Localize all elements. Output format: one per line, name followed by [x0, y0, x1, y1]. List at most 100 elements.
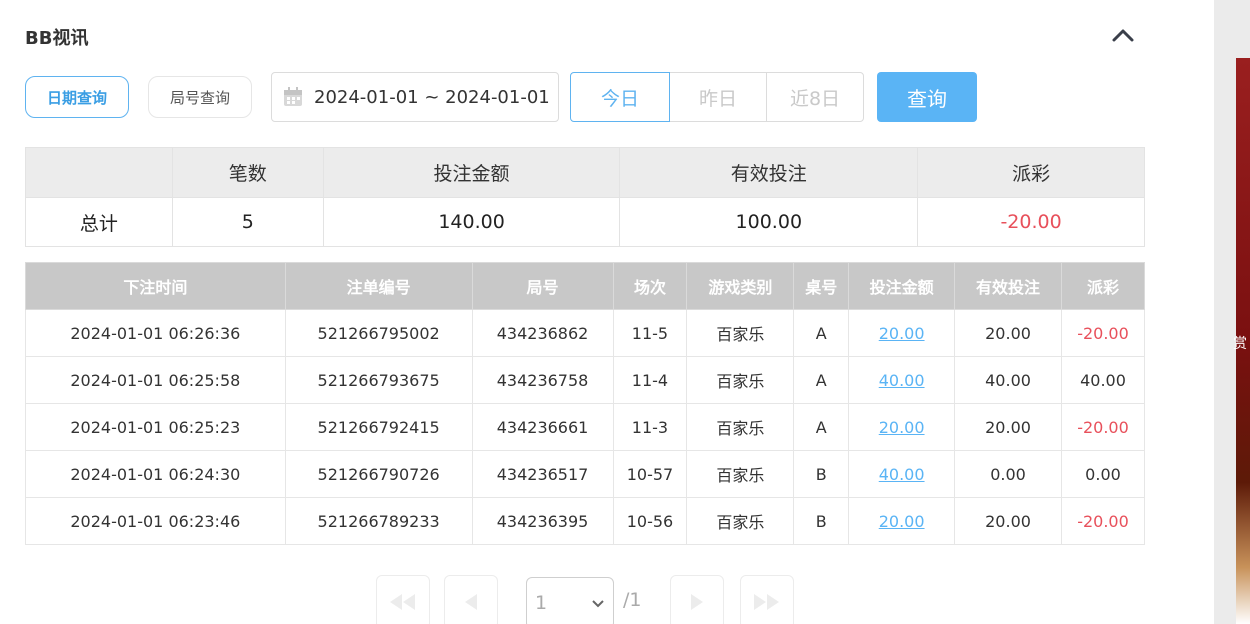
- cell-valid-bet: 0.00: [954, 450, 1062, 498]
- cell-session: 10-57: [612, 450, 688, 498]
- cell-round-number: 434236517: [471, 450, 614, 498]
- records-header-row: 下注时间 注单编号 局号 场次 游戏类别 桌号 投注金额 有效投注 派彩: [25, 262, 1146, 310]
- tab-date-query[interactable]: 日期查询: [25, 76, 129, 118]
- summary-header-valid-bet: 有效投注: [619, 147, 919, 198]
- cell-valid-bet: 20.00: [954, 403, 1062, 451]
- header-bet-amount: 投注金额: [848, 262, 956, 310]
- header-bet-time: 下注时间: [25, 262, 286, 310]
- cell-bet-time: 2024-01-01 06:26:36: [25, 309, 286, 357]
- chevron-down-icon: [592, 600, 604, 608]
- cell-valid-bet: 20.00: [954, 309, 1062, 357]
- header-session: 场次: [612, 262, 688, 310]
- filter-last8-button[interactable]: 近8日: [766, 72, 864, 122]
- calendar-icon: [284, 87, 302, 106]
- table-row: 2024-01-01 06:24:30 521266790726 4342365…: [25, 450, 1146, 498]
- cell-table-number: A: [793, 309, 850, 357]
- summary-header-empty: [25, 147, 173, 198]
- current-page-value: 1: [535, 592, 548, 614]
- cell-game-type: 百家乐: [686, 497, 795, 545]
- cell-table-number: B: [793, 450, 850, 498]
- cell-game-type: 百家乐: [686, 309, 795, 357]
- filter-yesterday-button[interactable]: 昨日: [669, 72, 767, 122]
- table-row: 2024-01-01 06:25:23 521266792415 4342366…: [25, 403, 1146, 451]
- cell-round-number: 434236758: [471, 356, 614, 404]
- date-range-input[interactable]: 2024-01-01 ~ 2024-01-01: [271, 72, 559, 122]
- table-row: 2024-01-01 06:23:46 521266789233 4342363…: [25, 497, 1146, 545]
- quick-filter-group: 今日 昨日 近8日: [570, 72, 864, 122]
- cell-table-number: A: [793, 356, 850, 404]
- cell-bet-amount: 20.00: [848, 403, 956, 451]
- header-table-number: 桌号: [793, 262, 850, 310]
- cell-payout: 40.00: [1060, 356, 1146, 404]
- chevron-up-icon[interactable]: [1110, 22, 1136, 48]
- date-range-value: 2024-01-01 ~ 2024-01-01: [314, 86, 550, 108]
- table-row: 2024-01-01 06:26:36 521266795002 4342368…: [25, 309, 1146, 357]
- cell-round-number: 434236395: [471, 497, 614, 545]
- last-page-button[interactable]: [740, 575, 794, 624]
- bet-amount-link[interactable]: 40.00: [879, 465, 925, 484]
- cell-valid-bet: 40.00: [954, 356, 1062, 404]
- double-right-arrow-icon: [754, 594, 779, 610]
- next-page-button[interactable]: [670, 575, 724, 624]
- cell-bet-time: 2024-01-01 06:25:23: [25, 403, 286, 451]
- page-select[interactable]: 1: [526, 577, 614, 624]
- summary-payout: -20.00: [917, 197, 1145, 247]
- cell-bet-amount: 20.00: [848, 309, 956, 357]
- right-arrow-icon: [691, 594, 703, 610]
- summary-count: 5: [171, 197, 324, 247]
- cell-bet-number: 521266792415: [284, 403, 473, 451]
- cell-session: 10-56: [612, 497, 688, 545]
- summary-header-row: 笔数 投注金额 有效投注 派彩: [25, 147, 1145, 198]
- bet-amount-link[interactable]: 20.00: [879, 418, 925, 437]
- bet-amount-link[interactable]: 40.00: [879, 371, 925, 390]
- cell-payout: -20.00: [1060, 403, 1146, 451]
- header-bet-number: 注单编号: [284, 262, 473, 310]
- header-round-number: 局号: [471, 262, 614, 310]
- left-arrow-icon: [465, 594, 477, 610]
- cell-round-number: 434236661: [471, 403, 614, 451]
- double-left-arrow-icon: [390, 594, 415, 610]
- bb-video-page: BB视讯 日期查询 局号查询 2024-01-01 ~ 2024-01-01 今…: [0, 0, 1250, 624]
- cell-bet-amount: 40.00: [848, 450, 956, 498]
- cell-table-number: A: [793, 403, 850, 451]
- cell-bet-amount: 40.00: [848, 356, 956, 404]
- cell-game-type: 百家乐: [686, 450, 795, 498]
- records-table: 下注时间 注单编号 局号 场次 游戏类别 桌号 投注金额 有效投注 派彩 202…: [25, 262, 1146, 545]
- prev-page-button[interactable]: [444, 575, 498, 624]
- search-button[interactable]: 查询: [877, 72, 977, 122]
- cell-session: 11-3: [612, 403, 688, 451]
- header-payout: 派彩: [1060, 262, 1146, 310]
- summary-valid-bet: 100.00: [619, 197, 919, 247]
- header-valid-bet: 有效投注: [954, 262, 1062, 310]
- cell-bet-time: 2024-01-01 06:23:46: [25, 497, 286, 545]
- side-banner-text: 赏: [1233, 336, 1247, 352]
- cell-valid-bet: 20.00: [954, 497, 1062, 545]
- cell-payout: -20.00: [1060, 309, 1146, 357]
- table-row: 2024-01-01 06:25:58 521266793675 4342367…: [25, 356, 1146, 404]
- cell-bet-number: 521266790726: [284, 450, 473, 498]
- page-total: /1: [623, 589, 642, 611]
- summary-header-count: 笔数: [171, 147, 324, 198]
- summary-total-label: 总计: [25, 197, 173, 247]
- page-title: BB视讯: [25, 28, 89, 49]
- bet-amount-link[interactable]: 20.00: [879, 324, 925, 343]
- cell-session: 11-5: [612, 309, 688, 357]
- cell-bet-number: 521266789233: [284, 497, 473, 545]
- summary-total-row: 总计 5 140.00 100.00 -20.00: [25, 197, 1145, 247]
- cell-bet-number: 521266795002: [284, 309, 473, 357]
- header-game-type: 游戏类别: [686, 262, 795, 310]
- first-page-button[interactable]: [376, 575, 430, 624]
- summary-bet-amount: 140.00: [322, 197, 621, 247]
- cell-bet-time: 2024-01-01 06:24:30: [25, 450, 286, 498]
- bet-amount-link[interactable]: 20.00: [879, 512, 925, 531]
- cell-round-number: 434236862: [471, 309, 614, 357]
- cell-bet-amount: 20.00: [848, 497, 956, 545]
- cell-bet-time: 2024-01-01 06:25:58: [25, 356, 286, 404]
- tab-round-query[interactable]: 局号查询: [148, 76, 252, 118]
- cell-bet-number: 521266793675: [284, 356, 473, 404]
- cell-session: 11-4: [612, 356, 688, 404]
- summary-header-bet-amount: 投注金额: [322, 147, 621, 198]
- summary-header-payout: 派彩: [917, 147, 1145, 198]
- filter-today-button[interactable]: 今日: [570, 72, 670, 122]
- cell-game-type: 百家乐: [686, 356, 795, 404]
